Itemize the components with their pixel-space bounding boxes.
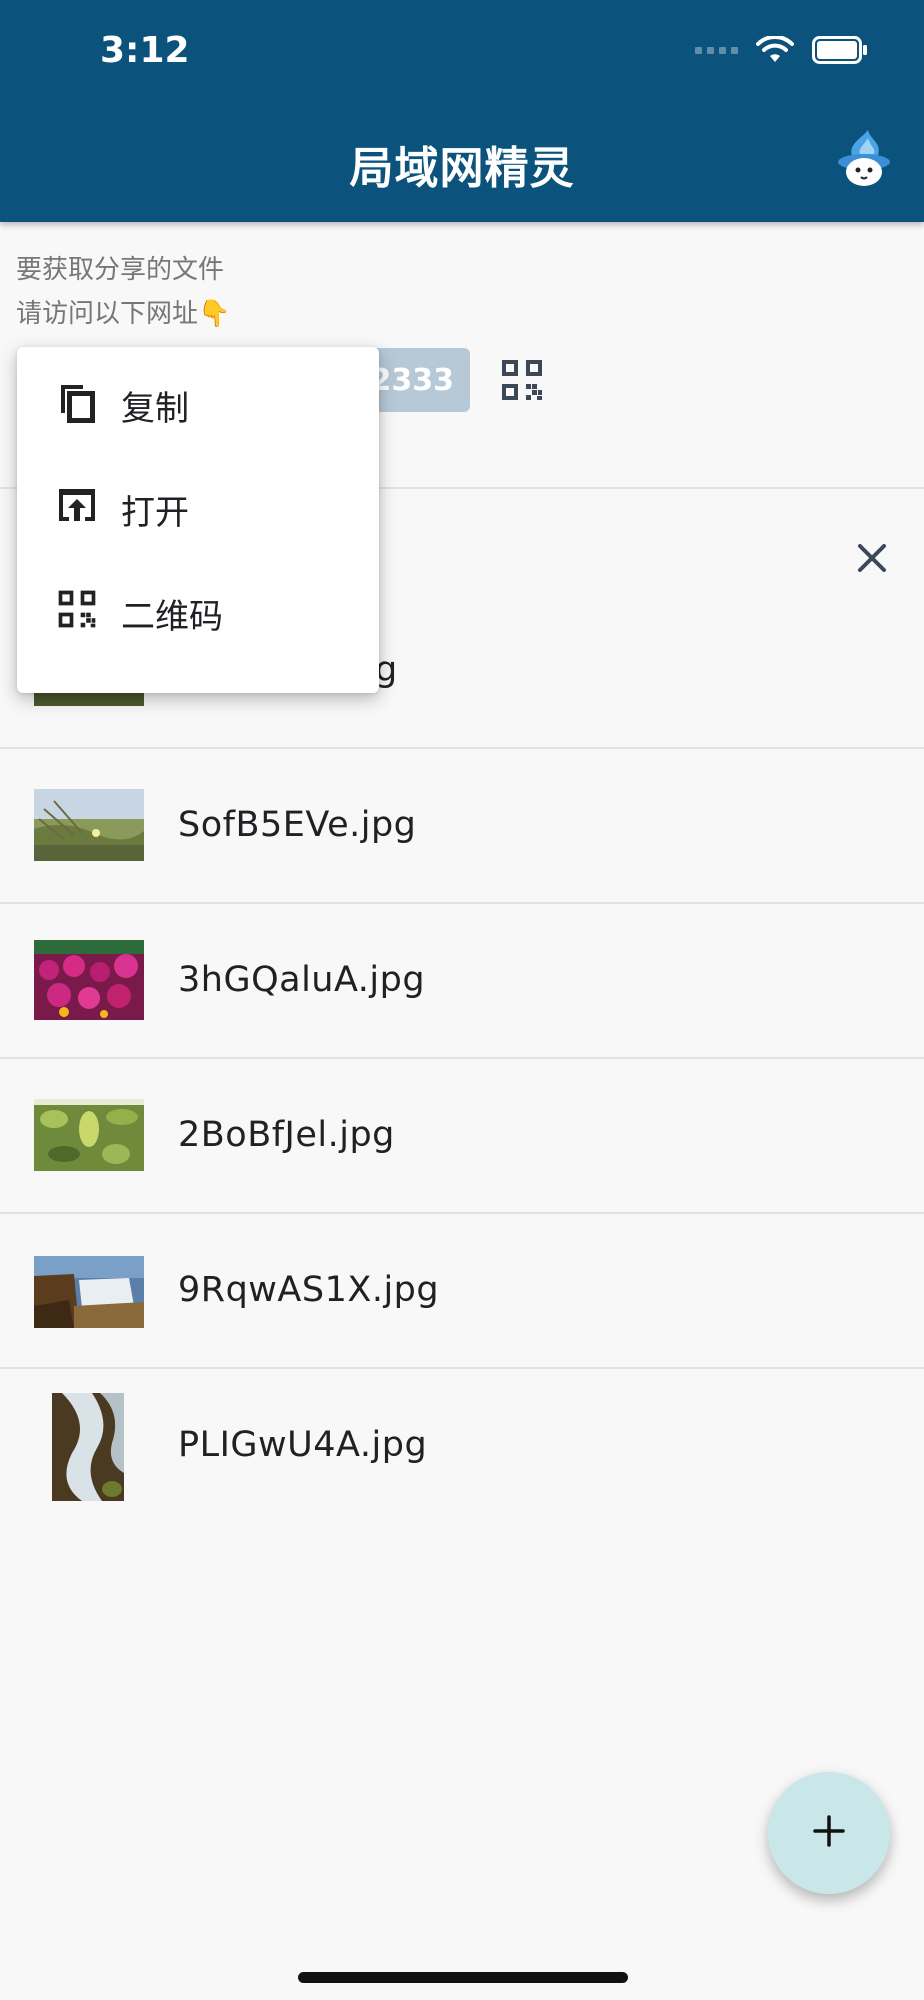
close-icon[interactable]	[852, 538, 892, 578]
home-indicator[interactable]	[298, 1972, 628, 1983]
mascot-icon[interactable]	[832, 128, 896, 192]
file-name: 3hGQaluA.jpg	[178, 960, 426, 1000]
qr-code-icon	[55, 587, 99, 631]
status-icons	[695, 36, 868, 64]
menu-item-qr[interactable]: 二维码	[17, 555, 379, 659]
file-thumbnail	[52, 1393, 124, 1501]
file-name: 9RqwAS1X.jpg	[178, 1270, 440, 1310]
app-bar: 3:12 局域网精灵	[0, 0, 924, 222]
page-title: 局域网精灵	[349, 143, 575, 194]
add-file-button[interactable]	[768, 1772, 890, 1894]
menu-item-label: 复制	[121, 389, 189, 429]
file-row[interactable]: PLIGwU4A.jpg	[0, 1369, 924, 1523]
qr-code-icon[interactable]	[498, 356, 546, 404]
file-row[interactable]: 3hGQaluA.jpg	[0, 904, 924, 1058]
menu-item-label: 打开	[121, 493, 189, 533]
share-line-2: 请访问以下网址👇	[16, 299, 231, 329]
open-in-browser-icon	[55, 483, 99, 527]
file-name: PLIGwU4A.jpg	[178, 1425, 428, 1465]
status-time: 3:12	[100, 30, 190, 71]
file-thumbnail	[34, 940, 144, 1020]
file-row[interactable]: 9RqwAS1X.jpg	[0, 1214, 924, 1368]
file-thumbnail	[34, 1099, 144, 1171]
battery-icon	[812, 36, 868, 64]
file-name: SofB5EVe.jpg	[178, 805, 417, 845]
file-thumbnail	[34, 789, 144, 861]
copy-icon	[55, 379, 99, 423]
plus-icon	[812, 1814, 846, 1852]
file-row[interactable]: 2BoBfJel.jpg	[0, 1059, 924, 1213]
url-actions-menu: 复制 打开 二维码	[17, 347, 379, 693]
share-instructions: 要获取分享的文件 请访问以下网址👇	[16, 248, 230, 336]
menu-item-copy[interactable]: 复制	[17, 347, 379, 451]
wifi-icon	[756, 36, 794, 64]
signal-icon	[695, 46, 738, 54]
share-line-1: 要获取分享的文件	[16, 255, 225, 285]
file-name: 2BoBfJel.jpg	[178, 1115, 395, 1155]
menu-item-label: 二维码	[121, 597, 223, 637]
menu-item-open[interactable]: 打开	[17, 451, 379, 555]
file-row[interactable]: SofB5EVe.jpg	[0, 749, 924, 903]
file-thumbnail	[34, 1256, 144, 1328]
